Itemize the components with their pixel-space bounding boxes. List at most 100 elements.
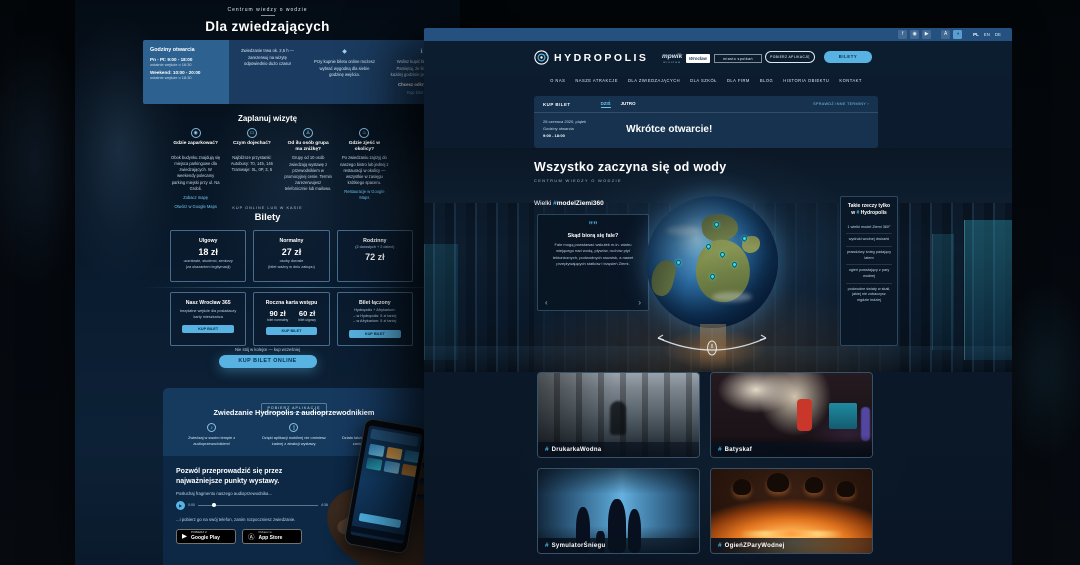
fire-glow (740, 531, 843, 537)
app-nav-bar (351, 526, 405, 541)
hydropolis-logo[interactable]: HYDROPOLIS (534, 50, 648, 65)
gallery-tag: DrukarkaWodna (552, 447, 602, 453)
list-item: podwodne światy w skali, jakiej nie zoba… (846, 283, 892, 307)
left-page-visitors: Centrum wiedzy o wodzie Dla zwiedzającyc… (75, 0, 460, 565)
plan-section-title: Zaplanuj wizytę (75, 114, 460, 123)
player-note: ...i pobierz go na swój telefon, zanim r… (176, 517, 328, 522)
lang-en[interactable]: EN (983, 32, 991, 37)
hours-weekend-note: ostatnie wejście o 18:30 (150, 75, 222, 80)
rcard-title: Takie rzeczy tylko w # Hydropolis (846, 203, 892, 218)
car-icon: ◉ (191, 128, 201, 138)
ticket-card-city-card[interactable]: Nasz Wrocław 365 bezpłatne wejście dla p… (170, 292, 246, 346)
tickets-button[interactable]: BILETY (824, 51, 872, 63)
widget-hours-value: 9:00 - 18:00 (543, 132, 586, 139)
play-button[interactable]: ▶ (176, 501, 185, 510)
gallery-card-ogien[interactable]: # OgieńZParyWodnej (710, 468, 873, 554)
restaurant-icon: ♨ (359, 128, 369, 138)
ticket-subtitle: (2 dorosłych + 2 dzieci) (343, 245, 407, 249)
plan-text: Grupy od 10 osób zwiedzają wystawę z prz… (284, 155, 333, 192)
ticket-card-reduced[interactable]: Ulgowy 18 zł uczniowie, studenci, senior… (170, 230, 246, 282)
ticket-card-normal[interactable]: Normalny 27 zł osoby dorosłe (bilet ważn… (253, 230, 329, 282)
only-in-hydropolis-card: Takie rzeczy tylko w # Hydropolis 1 wiel… (840, 196, 898, 346)
slider-knob[interactable] (212, 503, 216, 507)
bus-icon: ▭ (247, 128, 257, 138)
contrast-icon[interactable]: ◑ (953, 30, 962, 39)
tab-today[interactable]: DZIŚ (601, 101, 611, 108)
ticket-card-combined[interactable]: Bilet łączony Hydropolis + Afrykarium: –… (337, 292, 413, 346)
plan-text: Obok budynku znajdują się miejsca parkin… (171, 155, 220, 192)
gallery-card-drukarka[interactable]: # DrukarkaWodna (537, 372, 700, 458)
globe-rotate-control[interactable] (648, 332, 776, 360)
page-eyebrow: Centrum wiedzy o wodzie (75, 7, 460, 13)
nav-o-nas[interactable]: O NAS (550, 78, 565, 83)
plan-question: Gdzie zaparkować? (171, 141, 220, 153)
tip-duration: Zwiedzanie trwa ok. 2,5 h — zarezerwuj n… (229, 40, 306, 104)
photo-figure (805, 477, 823, 493)
feature-hashtag: modelZiemi360 (557, 200, 604, 207)
nav-dla-zwiedzajacych[interactable]: DLA ZWIEDZAJĄCYCH (628, 78, 680, 83)
gallery-card-batyskaf[interactable]: # Batyskaf (710, 372, 873, 458)
hours-title: Godziny otwarcia (150, 47, 222, 53)
lang-pl[interactable]: PL (972, 32, 980, 37)
seek-slider[interactable] (198, 505, 318, 506)
facebook-icon[interactable]: f (898, 30, 907, 39)
partner-wroclaw-claim: miasto spotkań (714, 54, 762, 63)
ticket-card-family[interactable]: Rodzinny (2 dorosłych + 2 dzieci) 72 zł (337, 230, 413, 282)
app-tile (386, 447, 403, 460)
plan-text: Po zwiedzaniu zajrzyj do naszego bistro … (340, 155, 389, 186)
badge-big: Google Play (191, 535, 220, 541)
buy-ticket-button[interactable]: KUP BILET (266, 327, 317, 335)
gallery-card-snieg[interactable]: # SymulatorŚniegu (537, 468, 700, 554)
globe[interactable] (646, 196, 778, 328)
nav-kontakt[interactable]: KONTAKT (839, 78, 862, 83)
buy-ticket-button[interactable]: KUP BILET (349, 330, 400, 338)
quote-text: Fale mogą powstawać wskutek m.in. wiatru… (547, 242, 639, 268)
photo-figure (767, 473, 789, 492)
ticket-note: (za okazaniem legitymacji) (176, 265, 240, 271)
quote-card: ”” Skąd biorą się fale? Fale mogą powsta… (537, 214, 649, 311)
download-app-button[interactable]: POBIERZ APLIKACJĘ (765, 51, 815, 63)
app-tile (366, 457, 383, 470)
nav-dla-firm[interactable]: DLA FIRM (727, 78, 750, 83)
photo-figure (733, 479, 751, 495)
smartphone-icon: ▯ (289, 423, 298, 432)
youtube-icon[interactable]: ▶ (922, 30, 931, 39)
hours-weekdays-note: ostatnie wejście o 16:30 (150, 62, 222, 67)
other-dates-link[interactable]: SPRAWDŹ INNE TERMINY › (813, 102, 869, 106)
google-play-badge[interactable]: ▶ POBIERZ Z Google Play (176, 529, 236, 544)
restaurants-link[interactable]: Restauracje w Google Maps (340, 189, 389, 201)
opening-hours-panel: Godziny otwarcia Pn - Pt: 9:00 - 18:00 o… (143, 40, 460, 104)
aquarium-tank (964, 220, 1012, 360)
buy-online-cta-button[interactable]: KUP BILET ONLINE (219, 355, 317, 368)
pin-icon: ◆ (313, 48, 376, 57)
tab-tomorrow[interactable]: JUTRO (621, 101, 636, 108)
chevron-right-icon[interactable]: › (638, 299, 641, 307)
logo-text: HYDROPOLIS (554, 52, 648, 64)
headphones-icon: ♪ (207, 423, 216, 432)
plan-food: ♨ Gdzie zjeść w okolicy? Po zwiedzaniu z… (340, 128, 389, 210)
buy-ticket-button[interactable]: KUP BILET (182, 325, 233, 333)
ticket-card-annual[interactable]: Roczna karta wstępu 90 zł bilet normalny… (253, 292, 329, 346)
widget-hours-label: Godziny otwarcia (543, 125, 586, 132)
rcard-list: 1 wielki model Ziemi 360° wydruki wodnej… (846, 222, 892, 307)
ticket-price: 72 zł (343, 252, 407, 262)
widget-body: 26 czerwca 2020, piątek Godziny otwarcia… (534, 113, 878, 140)
app-tile (401, 464, 418, 477)
map-link[interactable]: Zobacz mapę (171, 195, 220, 201)
nav-historia[interactable]: HISTORIA OBIEKTU (783, 78, 829, 83)
photo-figure (837, 481, 855, 497)
aquarium-tank (932, 234, 954, 350)
app-store-badge[interactable]: Ⓐ Pobierz w App Store (242, 529, 302, 544)
earth-globe-360[interactable] (646, 196, 778, 328)
nav-blog[interactable]: BLOG (760, 78, 773, 83)
font-size-icon[interactable]: A (941, 30, 950, 39)
instagram-icon[interactable]: ◉ (910, 30, 919, 39)
ticket-price: 27 zł (259, 247, 323, 257)
nav-nasze-atrakcje[interactable]: NASZE ATRAKCJE (575, 78, 618, 83)
nav-dla-szkol[interactable]: DLA SZKÓŁ (690, 78, 717, 83)
chevron-left-icon[interactable]: ‹ (545, 299, 548, 307)
audio-player: ▶ 0:00 4:36 (176, 501, 328, 510)
rcard-title-brand: Hydropolis (861, 210, 887, 216)
badge-text: POBIERZ Z Google Play (191, 531, 220, 541)
lang-de[interactable]: DE (994, 32, 1002, 37)
